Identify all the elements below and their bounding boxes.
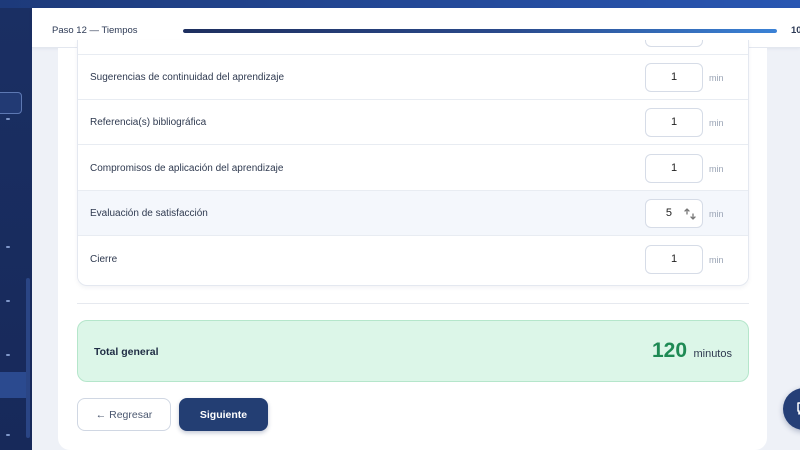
section-divider (77, 303, 749, 304)
chat-icon (797, 402, 800, 415)
table-row: Compromisos de aplicación del aprendizaj… (78, 146, 748, 191)
row-label: Referencia(s) bibliográfica (90, 117, 207, 128)
table-row: Sugerencias de continuidad del aprendiza… (78, 55, 748, 100)
back-button[interactable]: ← Regresar (77, 398, 171, 431)
minutes-input[interactable]: 1 (645, 63, 703, 92)
unit-label: min (709, 118, 724, 128)
minutes-input[interactable] (645, 40, 703, 47)
minutes-input[interactable]: 1 (645, 154, 703, 183)
spinner-arrows-icon[interactable] (683, 207, 697, 221)
minutes-input[interactable]: 1 (645, 108, 703, 137)
progress-bar (183, 29, 777, 33)
table-row: Cierre 1 min (78, 237, 748, 282)
total-value: 120 minutos (652, 339, 732, 363)
total-number: 120 (651, 339, 688, 362)
minutes-input[interactable]: 1 (645, 245, 703, 274)
sidebar-chevron-icon[interactable] (6, 118, 10, 120)
unit-label: min (709, 73, 724, 83)
minutes-input-value: 5 (665, 207, 672, 219)
sidebar-chevron-icon[interactable] (6, 300, 10, 302)
row-label: Compromisos de aplicación del aprendizaj… (90, 163, 284, 174)
top-bar (0, 0, 800, 8)
unit-label: min (709, 255, 724, 265)
table-row-highlighted: Evaluación de satisfacción 5 min (78, 191, 748, 236)
times-table: Sugerencias de continuidad del aprendiza… (77, 40, 749, 286)
chat-fab-button[interactable] (783, 388, 800, 430)
next-button[interactable]: Siguiente (179, 398, 268, 431)
step-label: Paso 12 — Tiempos (52, 25, 138, 36)
sidebar-chevron-icon[interactable] (6, 354, 10, 356)
sidebar-chevron-icon[interactable] (6, 434, 10, 436)
total-unit: minutos (693, 348, 732, 360)
row-label: Evaluación de satisfacción (90, 208, 208, 219)
sidebar-active-item[interactable] (0, 372, 26, 398)
total-summary: Total general 120 minutos (77, 320, 749, 382)
total-label: Total general (94, 346, 159, 358)
sidebar-scrollbar[interactable] (26, 278, 30, 438)
sidebar-search-box[interactable] (0, 92, 22, 114)
progress-percent: 100% (791, 25, 800, 36)
table-row-partial (78, 40, 748, 55)
unit-label: min (709, 164, 724, 174)
row-label: Cierre (90, 254, 118, 265)
sidebar (0, 8, 32, 450)
sidebar-chevron-icon[interactable] (6, 246, 10, 248)
row-label: Sugerencias de continuidad del aprendiza… (90, 72, 285, 83)
unit-label: min (709, 209, 724, 219)
progress-bar-fill (183, 29, 777, 33)
table-row: Referencia(s) bibliográfica 1 min (78, 100, 748, 145)
minutes-input[interactable]: 5 (645, 199, 703, 228)
